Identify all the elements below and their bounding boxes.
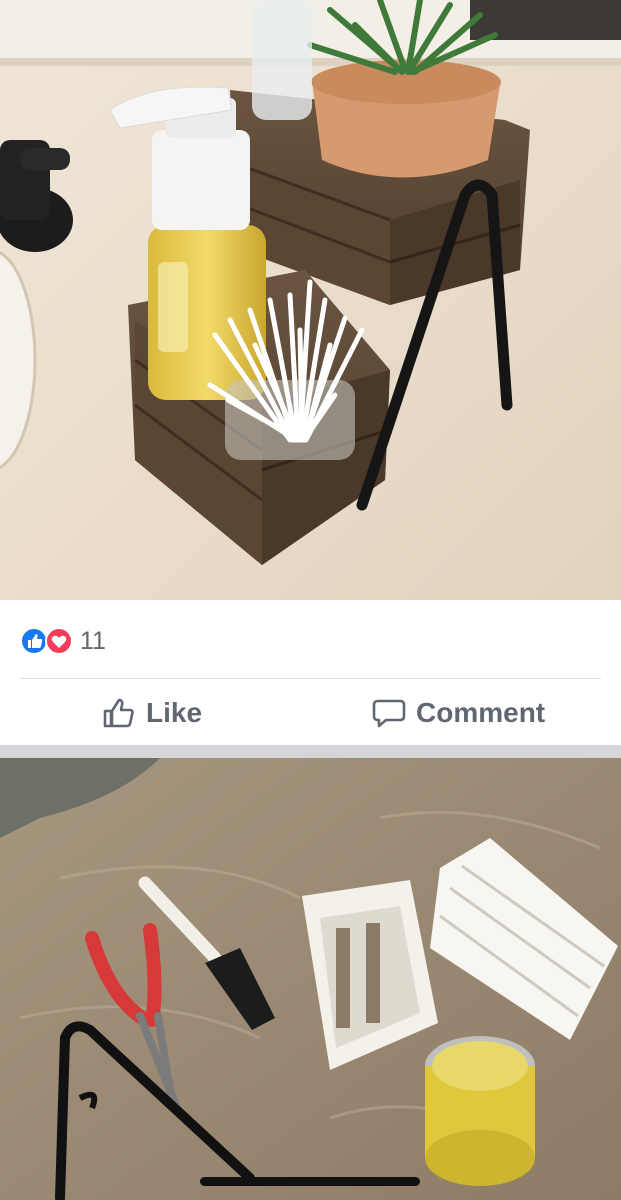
- comment-button[interactable]: Comment: [372, 692, 545, 734]
- like-button[interactable]: Like: [102, 692, 202, 734]
- post-photo-organizer[interactable]: [0, 0, 621, 600]
- reaction-icons[interactable]: [20, 627, 74, 655]
- home-indicator[interactable]: [200, 1177, 420, 1186]
- like-reaction-icon: [20, 627, 48, 655]
- comment-label: Comment: [416, 697, 546, 728]
- comment-bubble-icon: [372, 699, 406, 728]
- reaction-count[interactable]: 11: [80, 626, 106, 656]
- love-reaction-icon: [45, 627, 73, 655]
- like-label: Like: [146, 697, 203, 728]
- bathroom-organizer-illustration: [0, 0, 621, 600]
- post-photo-supplies[interactable]: [0, 758, 621, 1200]
- craft-supplies-illustration: [0, 758, 621, 1200]
- thumbs-up-icon: [103, 698, 134, 728]
- feed-separator: [0, 745, 621, 758]
